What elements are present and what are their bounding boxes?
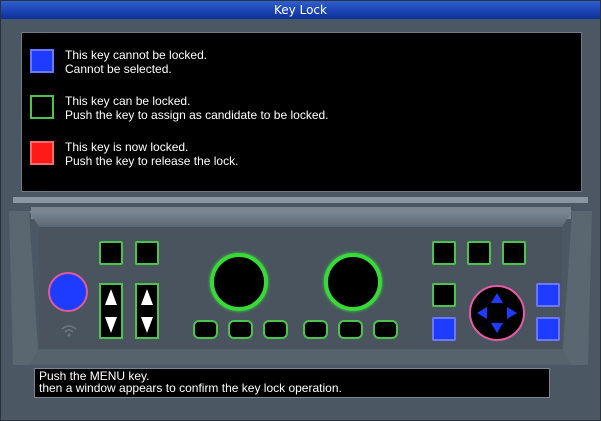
key-soft-3[interactable] xyxy=(263,320,288,339)
key-lock-window: Key Lock This key cannot be locked. Cann… xyxy=(0,0,601,421)
console-body xyxy=(9,197,592,365)
key-f1[interactable] xyxy=(99,241,123,265)
key-soft-2[interactable] xyxy=(228,320,253,339)
lockable-swatch xyxy=(30,95,54,119)
key-r1[interactable] xyxy=(432,241,456,265)
locked-swatch xyxy=(30,141,54,165)
legend-text: This key cannot be locked. Cannot be sel… xyxy=(65,48,207,76)
knob-left[interactable] xyxy=(210,253,268,311)
key-soft-1[interactable] xyxy=(193,320,218,339)
wifi-icon xyxy=(61,325,77,340)
arrow-up-icon xyxy=(105,289,117,305)
window-title: Key Lock xyxy=(1,1,600,19)
legend-panel: This key cannot be locked. Cannot be sel… xyxy=(21,32,582,192)
key-up-down-right[interactable] xyxy=(135,283,159,339)
legend-line: This key cannot be locked. xyxy=(65,48,208,62)
legend-text: This key can be locked. Push the key to … xyxy=(65,94,329,122)
knob-right[interactable] xyxy=(324,253,382,311)
power-button[interactable] xyxy=(48,272,88,312)
legend-line: Push the key to assign as candidate to b… xyxy=(65,108,329,122)
key-soft-5[interactable] xyxy=(338,320,363,339)
key-r2[interactable] xyxy=(467,241,491,265)
legend-line: This key can be locked. xyxy=(65,94,191,108)
legend-line: Push the key to release the lock. xyxy=(65,154,239,168)
legend-text: This key is now locked. Push the key to … xyxy=(65,140,238,168)
key-blue-left[interactable] xyxy=(432,317,456,341)
key-r4[interactable] xyxy=(432,283,456,307)
key-blue-top[interactable] xyxy=(536,283,560,307)
unlockable-swatch xyxy=(30,49,54,73)
arrow-down-icon xyxy=(105,317,117,333)
key-up-down-left[interactable] xyxy=(99,283,123,339)
message-line: then a window appears to confirm the key… xyxy=(39,381,342,395)
dpad-icon[interactable] xyxy=(469,285,525,341)
legend-line: Cannot be selected. xyxy=(65,62,172,76)
legend-line: This key is now locked. xyxy=(65,140,189,154)
arrow-down-icon xyxy=(141,317,153,333)
key-soft-4[interactable] xyxy=(303,320,328,339)
console-panel xyxy=(9,197,592,369)
arrow-up-icon xyxy=(141,289,153,305)
key-r3[interactable] xyxy=(502,241,526,265)
key-soft-6[interactable] xyxy=(373,320,398,339)
dpad-arrows xyxy=(477,293,517,333)
key-f2[interactable] xyxy=(135,241,159,265)
key-blue-bottom[interactable] xyxy=(536,317,560,341)
message-box: Push the MENU key. then a window appears… xyxy=(34,368,550,398)
